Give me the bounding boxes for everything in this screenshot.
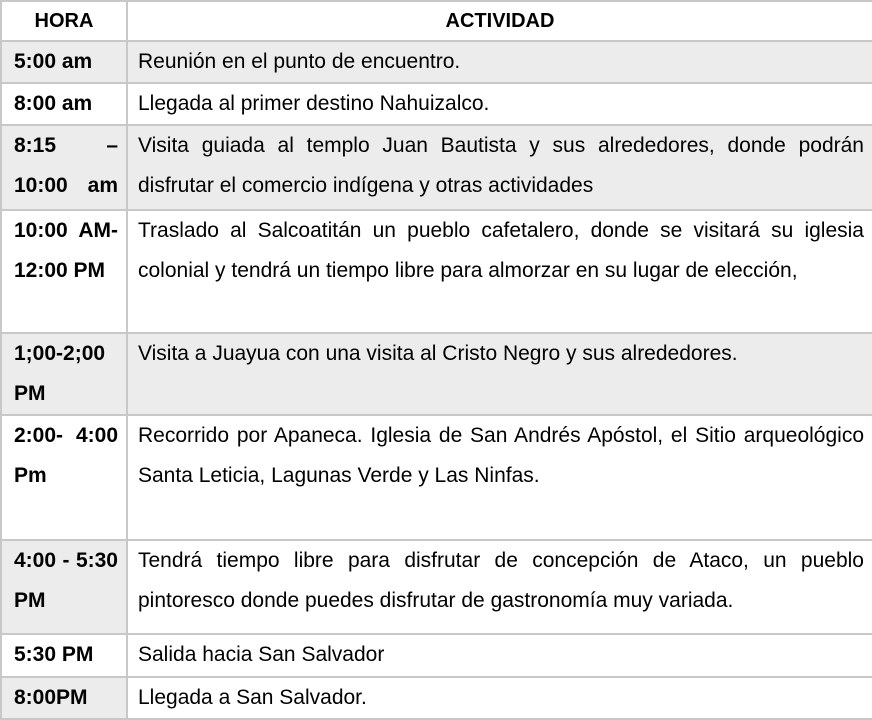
hora-cell: 4:00 - 5:30 PM — [0, 538, 128, 636]
itinerary-table: HORA ACTIVIDAD 5:00 am Reunión en el pun… — [0, 0, 872, 720]
actividad-cell: Salida hacia San Salvador — [126, 633, 872, 678]
hora-cell: 5:00 am — [0, 39, 128, 85]
hora-cell: 5:30 PM — [0, 633, 128, 678]
actividad-cell: Traslado al Salcoatitán un pueblo cafeta… — [126, 208, 872, 334]
table-row: 8:00 am Llegada al primer destino Nahuiz… — [0, 82, 872, 127]
actividad-cell: Llegada al primer destino Nahuizalco. — [126, 82, 872, 127]
table-row: 2:00- 4:00 Pm Recorrido por Apaneca. Igl… — [0, 414, 872, 541]
table-row: 5:30 PM Salida hacia San Salvador — [0, 633, 872, 678]
actividad-cell: Tendrá tiempo libre para disfrutar de co… — [126, 538, 872, 636]
hora-text: 8:15 – 10:00 am — [14, 134, 118, 198]
hora-cell: 8:15 – 10:00 am — [0, 124, 128, 211]
hora-cell: 8:00 am — [0, 82, 128, 127]
hora-text: 4:00 - 5:30 PM — [14, 548, 118, 612]
actividad-cell: Visita a Juayua con una visita al Cristo… — [126, 331, 872, 417]
actividad-cell: Llegada a San Salvador. — [126, 675, 872, 720]
table-row: 1;00-2;00 PM Visita a Juayua con una vis… — [0, 331, 872, 417]
table-row: 4:00 - 5:30 PM Tendrá tiempo libre para … — [0, 538, 872, 636]
header-row: HORA ACTIVIDAD — [0, 0, 872, 42]
header-hora: HORA — [0, 0, 128, 42]
hora-cell: 2:00- 4:00 Pm — [0, 414, 128, 541]
hora-cell: 8:00PM — [0, 675, 128, 720]
table-row: 5:00 am Reunión en el punto de encuentro… — [0, 39, 872, 85]
table-row: 10:00 AM- 12:00 PM Traslado al Salcoatit… — [0, 208, 872, 334]
actividad-cell: Reunión en el punto de encuentro. — [126, 39, 872, 85]
actividad-cell: Recorrido por Apaneca. Iglesia de San An… — [126, 414, 872, 541]
actividad-cell: Visita guiada al templo Juan Bautista y … — [126, 124, 872, 211]
table-row: 8:00PM Llegada a San Salvador. — [0, 675, 872, 720]
hora-cell: 1;00-2;00 PM — [0, 331, 128, 417]
table-row: 8:15 – 10:00 am Visita guiada al templo … — [0, 124, 872, 211]
hora-cell: 10:00 AM- 12:00 PM — [0, 208, 128, 334]
header-actividad: ACTIVIDAD — [126, 0, 872, 42]
